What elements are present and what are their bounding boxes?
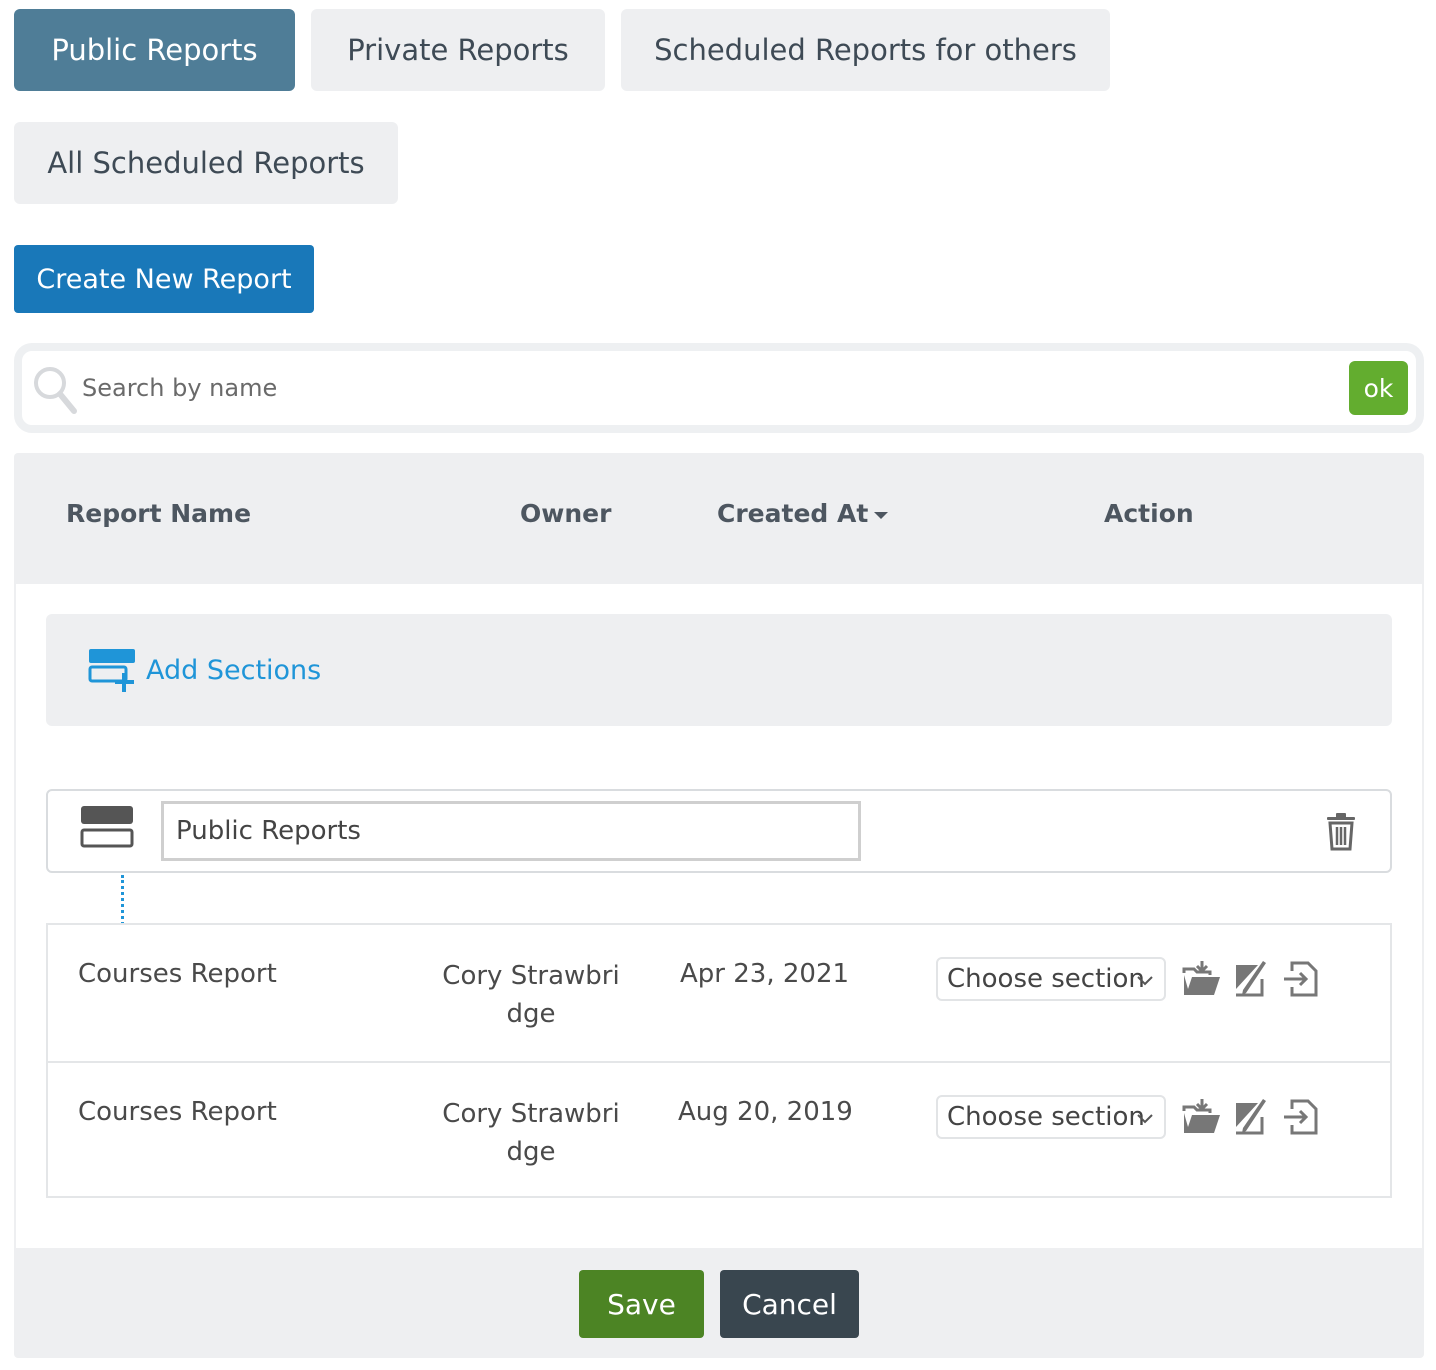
section-connector (121, 875, 125, 925)
ok-label: ok (1363, 373, 1394, 403)
move-to-folder-icon[interactable] (1182, 1097, 1222, 1137)
edit-icon[interactable] (1232, 1097, 1272, 1137)
tab-public-reports[interactable]: Public Reports (14, 9, 295, 91)
report-name[interactable]: Courses Report (78, 1097, 277, 1127)
save-button[interactable]: Save (579, 1270, 704, 1338)
owner-line: Cory Strawbri (442, 961, 620, 991)
header-label: Report Name (66, 499, 252, 528)
chevron-down-icon (1137, 1114, 1153, 1124)
select-value: Choose section (947, 964, 1145, 994)
move-to-folder-icon[interactable] (1182, 959, 1222, 999)
trash-icon[interactable] (1326, 813, 1356, 851)
report-rows: Courses Report Cory Strawbri dge Apr 23,… (46, 923, 1392, 1198)
search-icon (34, 367, 77, 414)
choose-section-select[interactable]: Choose section (936, 1095, 1166, 1139)
export-icon[interactable] (1282, 959, 1322, 999)
column-header-action: Action (1104, 499, 1194, 528)
tab-private-reports[interactable]: Private Reports (311, 9, 605, 91)
search-ok-button[interactable]: ok (1349, 361, 1408, 415)
owner-line: dge (506, 999, 556, 1029)
section-name-input[interactable] (161, 801, 861, 861)
owner-line: dge (506, 1137, 556, 1167)
add-sections-button[interactable]: Add Sections (46, 614, 1392, 726)
report-name[interactable]: Courses Report (78, 959, 277, 989)
column-header-created-at[interactable]: Created At (717, 499, 889, 528)
create-new-report-button[interactable]: Create New Report (14, 245, 314, 313)
header-label: Created At (717, 499, 869, 528)
header-label: Owner (520, 499, 612, 528)
report-owner: Cory Strawbri dge (436, 1095, 626, 1171)
sort-caret-icon (874, 511, 889, 519)
report-created-at: Apr 23, 2021 (680, 959, 850, 989)
tab-label: Public Reports (51, 33, 258, 67)
header-label: Action (1104, 499, 1194, 528)
chevron-down-icon (1137, 976, 1153, 986)
export-icon[interactable] (1282, 1097, 1322, 1137)
column-header-report-name[interactable]: Report Name (66, 499, 251, 528)
add-section-icon (88, 649, 135, 692)
tab-label: Scheduled Reports for others (654, 33, 1077, 67)
edit-icon[interactable] (1232, 959, 1272, 999)
section-header (46, 789, 1392, 873)
select-value: Choose section (947, 1102, 1145, 1132)
report-owner: Cory Strawbri dge (436, 957, 626, 1033)
tab-label: Private Reports (347, 33, 569, 67)
table-body: Add Sections Courses Report (16, 584, 1422, 1248)
search-bar: ok (14, 343, 1424, 433)
choose-section-select[interactable]: Choose section (936, 957, 1166, 1001)
column-header-owner[interactable]: Owner (520, 499, 611, 528)
create-new-report-label: Create New Report (36, 263, 292, 295)
report-created-at: Aug 20, 2019 (678, 1097, 853, 1127)
owner-line: Cory Strawbri (442, 1099, 620, 1129)
tab-label: All Scheduled Reports (47, 146, 365, 180)
reports-table: Report Name Owner Created At Action Add … (14, 453, 1424, 1358)
tab-scheduled-reports-for-others[interactable]: Scheduled Reports for others (621, 9, 1110, 91)
cancel-label: Cancel (742, 1287, 837, 1321)
table-row: Courses Report Cory Strawbri dge Apr 23,… (48, 925, 1390, 1061)
section-drag-icon[interactable] (80, 805, 134, 849)
save-label: Save (607, 1287, 676, 1321)
tab-all-scheduled-reports[interactable]: All Scheduled Reports (14, 122, 398, 204)
table-row: Courses Report Cory Strawbri dge Aug 20,… (48, 1061, 1390, 1197)
add-sections-label: Add Sections (146, 654, 322, 686)
cancel-button[interactable]: Cancel (720, 1270, 859, 1338)
search-input[interactable] (82, 367, 1282, 409)
